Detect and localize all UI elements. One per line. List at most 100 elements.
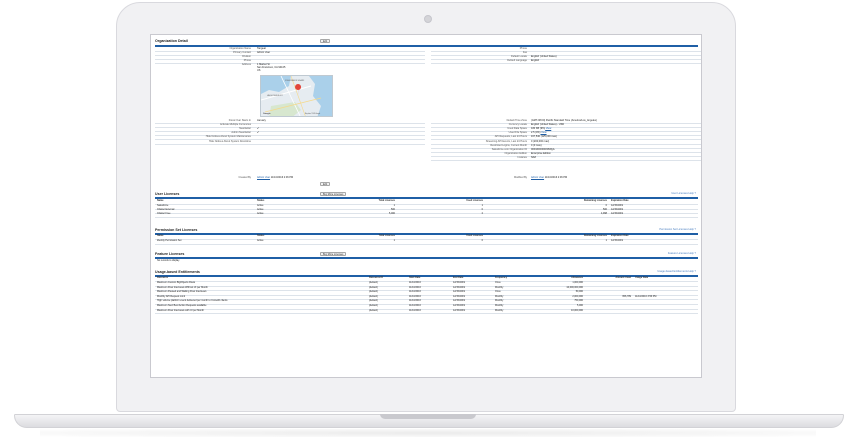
buy-more-feature-licenses-button[interactable]: Buy More Licenses [320,252,347,256]
table-cell: 10,000,000,000 [566,285,583,289]
table-cell: Monthly [495,299,504,303]
help-icon: ? [694,270,696,273]
field-label: Instance [517,155,527,159]
column-header: Status [257,199,265,202]
organization-detail-title: Organization Detail [155,39,188,43]
table-cell: 12/15/2019 [453,308,465,312]
user-licenses-help-link[interactable]: User Licenses Help ? [671,192,696,195]
table-cell: (default) [369,308,378,312]
address-line: San Francisco, CA 94105 [257,65,286,69]
field-label: Restricted Logins, Current Month [490,143,527,147]
table-cell: (default) [369,285,378,289]
field-divider [431,159,701,161]
field-label: Default Time Zone [506,119,527,122]
table-cell: Active [257,239,264,242]
field-label: API Requests, Last 24 Hours [494,135,527,139]
column-header: Name [157,199,164,202]
field-label: Address [241,62,251,66]
permission-set-licenses-help-link[interactable]: Permission Set Licenses Help ? [659,228,696,231]
laptop-notch [380,414,476,419]
field-label: Division [242,54,251,58]
table-cell[interactable]: Maximum Paused and Waiting Flow Intervie… [157,290,206,294]
usage-entitlements-section: Usage-based Entitlements Usage-based Ent… [155,269,698,329]
table-cell: 1 [393,239,395,242]
field-value: 0 (0 max) [531,143,542,147]
table-row-divider [155,294,698,296]
table-cell[interactable]: Monthly API Request Limit [157,295,185,299]
field-label: Organization Edition [504,151,527,155]
table-cell: 12/15/2019 [453,281,465,284]
field-value: 430 KB (9%) View [531,127,552,131]
google-logo: Google [263,113,271,115]
view-link[interactable]: View [545,127,551,130]
field-label: Organization Name [229,47,251,50]
modified-date: 11/10/2016 2:06 PM [544,176,568,179]
field-value: 2.5 (0%) View [531,131,547,135]
address-map[interactable]: FISHERMAN'S WHARF HAIGHT-ASHBURY Google … [260,75,333,117]
table-row-divider [155,285,698,287]
table-cell: (default) [369,299,378,303]
table-cell[interactable]: Chatter Free [157,212,170,216]
usage-entitlements-help-link[interactable]: Usage-based Entitlements Help ? [657,270,696,273]
field-label: Admin Newsletter [231,131,251,135]
created-by-label: Created By [238,176,251,179]
header-divider [155,280,698,282]
usage-entitlements-title: Usage-based Entitlements [155,270,200,274]
empty-message: No records to display [157,259,180,262]
feature-licenses-help-link[interactable]: Feature Licenses Help ? [668,252,696,255]
field-label: Fax [522,50,527,54]
field-label: Activate Multiple Currencies [220,123,251,127]
table-cell: 1 [605,239,607,242]
column-header: Total Licenses [378,234,395,237]
edit-button-bottom[interactable]: Edit [320,182,331,186]
help-icon: ? [694,192,696,195]
field-label: Hide Notices About System Maintenance [205,135,251,139]
created-date: 11/10/2016 2:06 PM [270,176,294,179]
table-cell[interactable]: Maximum Flow Interviews Without UI per M… [157,286,208,290]
table-cell: 656,789 [622,294,631,298]
field-label: Used Data Space [507,127,527,131]
field-label: Primary Contact [233,50,251,54]
table-cell[interactable]: Maximum Custom BigObjects Rows [157,281,195,285]
table-cell: 12/15/2019 [453,294,465,298]
column-header: Remaining Licenses [583,234,607,237]
help-icon: ? [694,252,696,255]
field-label: Hide Notices About System Downtime [208,139,251,143]
field-label: Salesforce.com Organization ID [491,147,527,151]
feature-licenses-title: Feature Licenses [155,252,185,256]
map-label: FISHERMAN'S WHARF [285,80,305,82]
table-row-divider [155,308,698,310]
edit-button-top[interactable]: Edit [320,39,331,43]
column-header: Used Licenses [466,234,483,237]
field-label: Used File Space [508,131,527,135]
buy-more-licenses-button[interactable]: Buy More Licenses [320,192,347,196]
table-cell[interactable]: Identity Permission Set [157,239,181,243]
table-cell: Active [257,212,264,215]
table-cell: 12/15/2019 [453,304,465,307]
field-value: Enterprise Edition [531,151,551,155]
column-header: Expiration Date [611,234,629,237]
field-value: January [257,119,266,122]
section-rule [155,257,698,259]
table-cell[interactable]: Maximum Flow Interviews with UI per Mont… [157,309,204,313]
table-row-divider [155,243,698,245]
created-by-user-link[interactable]: Admin User [257,176,270,179]
field-value: Admin User [257,50,271,54]
table-cell: (default) [369,304,378,307]
modified-by-user-link[interactable]: Admin User [531,176,544,179]
table-cell[interactable]: High volume platform event delivered per… [157,300,227,303]
table-cell: 10,000,000 [571,308,583,312]
field-label: Default Language [507,58,527,62]
field-value: Tangeat [257,47,266,50]
field-label: Newsletter [239,127,251,131]
user-licenses-title: User Licenses [155,192,180,196]
table-cell[interactable]: Maximum Next Best Action Requests availa… [157,304,206,308]
address-line: US [257,69,261,72]
field-value: English (United States) - USD [531,123,565,127]
field-value: 0 (200,000 max) [531,139,550,143]
view-link[interactable]: View [540,131,546,134]
laptop-shadow [40,429,816,437]
screen: Organization Detail Edit Organization Na… [150,34,702,378]
table-cell: 4,998 [601,212,607,215]
map-label: HAIGHT-ASHBURY [267,95,283,97]
